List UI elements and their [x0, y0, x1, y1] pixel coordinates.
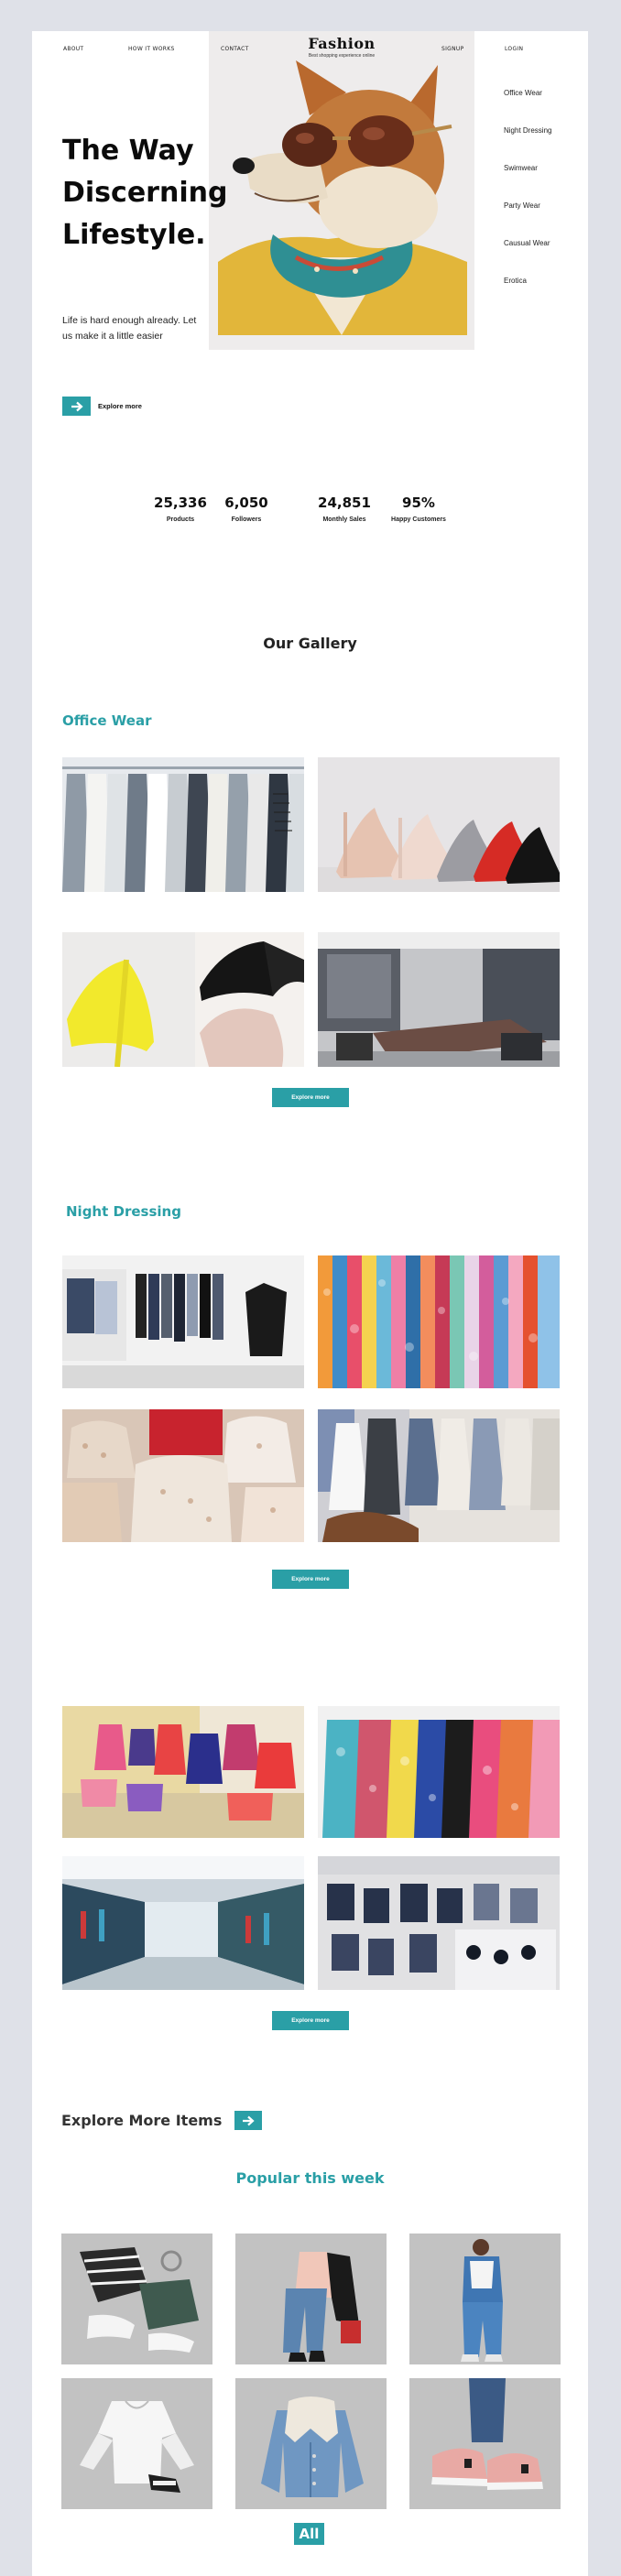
side-category-list: Office Wear Night Dressing Swimwear Part…: [504, 89, 551, 314]
stat-happy-customers: 95% Happy Customers: [377, 495, 460, 523]
side-category-causual-wear[interactable]: Causual Wear: [504, 239, 551, 277]
product-tile[interactable]: [61, 2234, 212, 2364]
stat-value: 95%: [402, 495, 435, 511]
photo-high-heels: [318, 757, 560, 892]
photo-swimwear-display: [62, 1706, 304, 1838]
photo-boutique-rack: [62, 1255, 304, 1388]
explore-more-items[interactable]: Explore More Items: [61, 2111, 263, 2130]
outfit-jeans-blazer-image: [283, 2252, 361, 2362]
page-container: ABOUT HOW IT WORKS CONTACT SIGNUP LOGIN …: [32, 31, 588, 2576]
product-tile[interactable]: [61, 2378, 212, 2509]
side-category-swimwear[interactable]: Swimwear: [504, 164, 551, 201]
photo-colorful-dresses: [318, 1255, 560, 1388]
pink-sneakers-image: [431, 2378, 543, 2490]
hero-title-line-2: Discerning: [62, 177, 228, 209]
hero-explore-label[interactable]: Explore more: [98, 402, 142, 410]
side-category-erotica[interactable]: Erotica: [504, 277, 551, 314]
stat-value: 24,851: [318, 495, 371, 511]
photo-office-showroom: [318, 932, 560, 1067]
gallery-title: Our Gallery: [263, 635, 357, 652]
white-blouse-image: [80, 2400, 194, 2493]
product-tile[interactable]: [235, 2378, 387, 2509]
hero-title: The Way Discerning Lifestyle.: [62, 130, 227, 256]
arrow-right-icon[interactable]: [62, 397, 91, 416]
photo-lace-tops: [62, 1409, 304, 1542]
brand[interactable]: Fashion Best shopping experience online: [209, 35, 474, 59]
stat-followers: 6,050 Followers: [205, 495, 288, 523]
hero-dog-image: [218, 60, 467, 335]
product-tile[interactable]: [235, 2234, 387, 2364]
section-title-night-dressing: Night Dressing: [66, 1203, 181, 1220]
photo-yellow-pumps: [62, 932, 304, 1067]
stat-label: Followers: [231, 516, 262, 523]
popular-title: Popular this week: [235, 2169, 385, 2187]
side-category-office-wear[interactable]: Office Wear: [504, 89, 551, 126]
all-button[interactable]: All: [294, 2523, 324, 2545]
photo-hanging-shirts: [62, 757, 304, 892]
photo-swimsuits-rack: [318, 1706, 560, 1838]
side-category-night-dressing[interactable]: Night Dressing: [504, 126, 551, 164]
brand-subtitle: Best shopping experience online: [308, 53, 376, 59]
arrow-right-icon[interactable]: [234, 2111, 263, 2130]
side-category-party-wear[interactable]: Party Wear: [504, 201, 551, 239]
hero-description: Life is hard enough already. Let us make…: [62, 315, 197, 342]
stat-label: Happy Customers: [391, 516, 446, 523]
nav-about[interactable]: ABOUT: [63, 46, 83, 52]
hero-title-line-3: Lifestyle.: [62, 219, 206, 251]
photo-bags-wall: [318, 1856, 560, 1990]
nav-how-it-works[interactable]: HOW IT WORKS: [128, 46, 175, 52]
photo-white-dresses: [318, 1409, 560, 1542]
denim-jacket-image: [261, 2397, 364, 2497]
explore-more-button-office-wear[interactable]: Explore more: [272, 1088, 349, 1107]
explore-more-items-label[interactable]: Explore More Items: [61, 2112, 222, 2129]
outfit-denim-suit-image: [461, 2239, 503, 2362]
photo-store-aisle: [62, 1856, 304, 1990]
stat-label: Monthly Sales: [322, 516, 366, 523]
hero-title-line-1: The Way: [62, 135, 194, 167]
outfit-striped-image: [80, 2247, 199, 2353]
hero-explore-button[interactable]: Explore more: [62, 397, 142, 416]
explore-more-button-night-dressing[interactable]: Explore more: [272, 1570, 349, 1589]
section-title-office-wear: Office Wear: [62, 712, 152, 729]
product-tile[interactable]: [409, 2234, 561, 2364]
explore-more-button-swimwear[interactable]: Explore more: [272, 2011, 349, 2030]
product-tile[interactable]: [409, 2378, 561, 2509]
brand-title: Fashion: [308, 35, 376, 52]
stat-monthly-sales: 24,851 Monthly Sales: [303, 495, 386, 523]
stat-value: 6,050: [224, 495, 268, 511]
nav-login[interactable]: LOGIN: [505, 46, 523, 52]
